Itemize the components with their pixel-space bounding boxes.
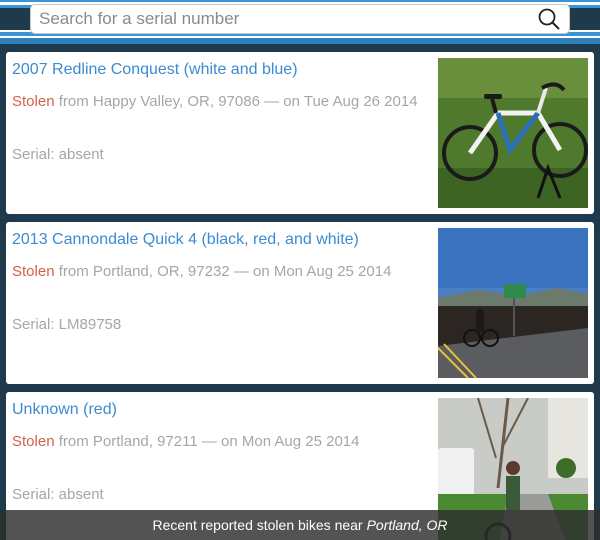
serial-number: Serial: absent: [12, 486, 104, 503]
bike-title-link[interactable]: 2007 Redline Conquest (white and blue): [12, 60, 432, 80]
theft-details: from Happy Valley, OR, 97086 — on Tue Au…: [58, 93, 418, 110]
serial-number: Serial: LM89758: [12, 316, 122, 333]
theft-details: from Portland, 97211 — on Mon Aug 25 201…: [58, 433, 360, 450]
bike-title-link[interactable]: Unknown (red): [12, 400, 432, 420]
bike-photo[interactable]: [438, 228, 588, 378]
bike-card[interactable]: 2007 Redline Conquest (white and blue) S…: [6, 52, 594, 214]
stolen-bike-list: 2007 Redline Conquest (white and blue) S…: [6, 52, 594, 540]
footer-prefix: Recent reported stolen bikes near: [152, 517, 363, 533]
bike-description: Stolen from Portland, OR, 97232 — on Mon…: [12, 262, 428, 281]
bike-photo[interactable]: [438, 58, 588, 208]
bike-description: Stolen from Portland, 97211 — on Mon Aug…: [12, 432, 428, 451]
search-input[interactable]: [31, 5, 535, 33]
footer-location: Portland, OR: [366, 517, 448, 533]
bike-description: Stolen from Happy Valley, OR, 97086 — on…: [12, 92, 428, 111]
stolen-status: Stolen: [12, 433, 55, 450]
footer-caption: Recent reported stolen bikes near Portla…: [0, 510, 600, 540]
stolen-status: Stolen: [12, 263, 55, 280]
search-icon[interactable]: [535, 5, 563, 33]
serial-number: Serial: absent: [12, 146, 104, 163]
theft-details: from Portland, OR, 97232 — on Mon Aug 25…: [58, 263, 392, 280]
stolen-status: Stolen: [12, 93, 55, 110]
bike-title-link[interactable]: 2013 Cannondale Quick 4 (black, red, and…: [12, 230, 432, 250]
bike-card[interactable]: 2013 Cannondale Quick 4 (black, red, and…: [6, 222, 594, 384]
search-bar[interactable]: [30, 4, 570, 34]
